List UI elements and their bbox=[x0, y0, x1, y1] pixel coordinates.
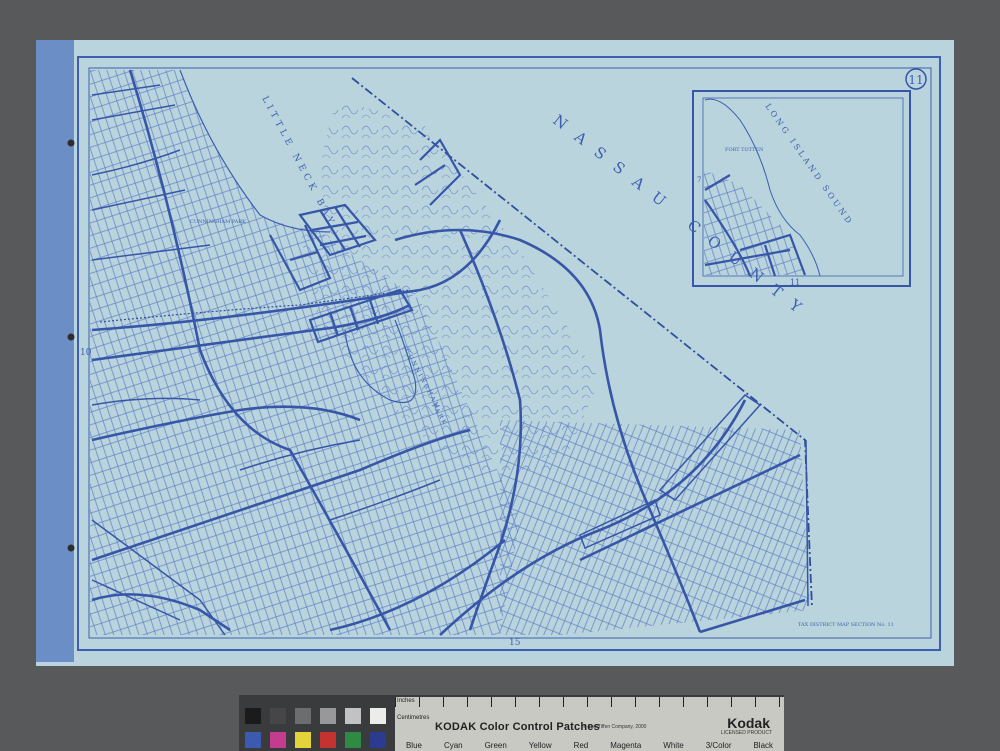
patch-name: 3/Color bbox=[705, 741, 732, 750]
patch-name: Black bbox=[753, 741, 774, 750]
fort-label: FORT TOTTEN bbox=[725, 147, 764, 153]
swatch-gray-3 bbox=[295, 708, 311, 724]
licensed-product-label: LICENSED PRODUCT bbox=[720, 730, 772, 736]
swatch-navy bbox=[370, 732, 386, 748]
patch-name: White bbox=[663, 741, 684, 750]
tax-district-legend: TAX DISTRICT MAP SECTION No. 11 bbox=[798, 622, 894, 628]
centimetres-label: Centimetres bbox=[397, 715, 430, 721]
sheet-number: 11 bbox=[908, 73, 923, 87]
margin-number-bottom: 15 bbox=[509, 638, 521, 648]
kodak-color-strip: Inches Centimetres KODAK Color Control P… bbox=[239, 695, 784, 751]
inset-edge-number: 11 bbox=[790, 278, 800, 287]
binding-hole bbox=[67, 139, 75, 147]
patch-name: Magenta bbox=[610, 741, 642, 750]
park-label-top: CUNNINGHAM PARK bbox=[190, 219, 246, 225]
swatch-blue bbox=[245, 732, 261, 748]
margin-number-left: 10 bbox=[80, 348, 92, 358]
binding-hole bbox=[67, 333, 75, 341]
swatch-gray-1 bbox=[245, 708, 261, 724]
swatch-gray-5 bbox=[345, 708, 361, 724]
kodak-ruler: Inches Centimetres KODAK Color Control P… bbox=[395, 697, 784, 751]
ruler-ticks bbox=[395, 697, 784, 707]
binding-hole bbox=[67, 544, 75, 552]
swatch-gray-4 bbox=[320, 708, 336, 724]
patch-name: Green bbox=[484, 741, 507, 750]
patch-name: Cyan bbox=[443, 741, 463, 750]
kodak-title: KODAK Color Control Patches bbox=[435, 721, 600, 733]
patch-name: Red bbox=[573, 741, 589, 750]
patch-name: Yellow bbox=[528, 741, 552, 750]
swatch-yellow bbox=[295, 732, 311, 748]
swatch-gray-6 bbox=[370, 708, 386, 724]
inset-margin-number: 7 bbox=[697, 176, 701, 184]
patch-names: Blue Cyan Green Yellow Red Magenta White… bbox=[395, 741, 784, 750]
swatch-green bbox=[345, 732, 361, 748]
swatch-gray-2 bbox=[270, 708, 286, 724]
swatch-magenta bbox=[270, 732, 286, 748]
patch-name: Blue bbox=[405, 741, 422, 750]
map-drawing: 11 LITTLE NECK BAY NASSAU COUNTY LONG IS… bbox=[67, 56, 941, 651]
kodak-copyright: © The Tiffen Company, 2000 bbox=[583, 724, 647, 730]
swatch-red bbox=[320, 732, 336, 748]
inches-label: Inches bbox=[397, 698, 415, 704]
kodak-logo: Kodak bbox=[727, 715, 770, 731]
